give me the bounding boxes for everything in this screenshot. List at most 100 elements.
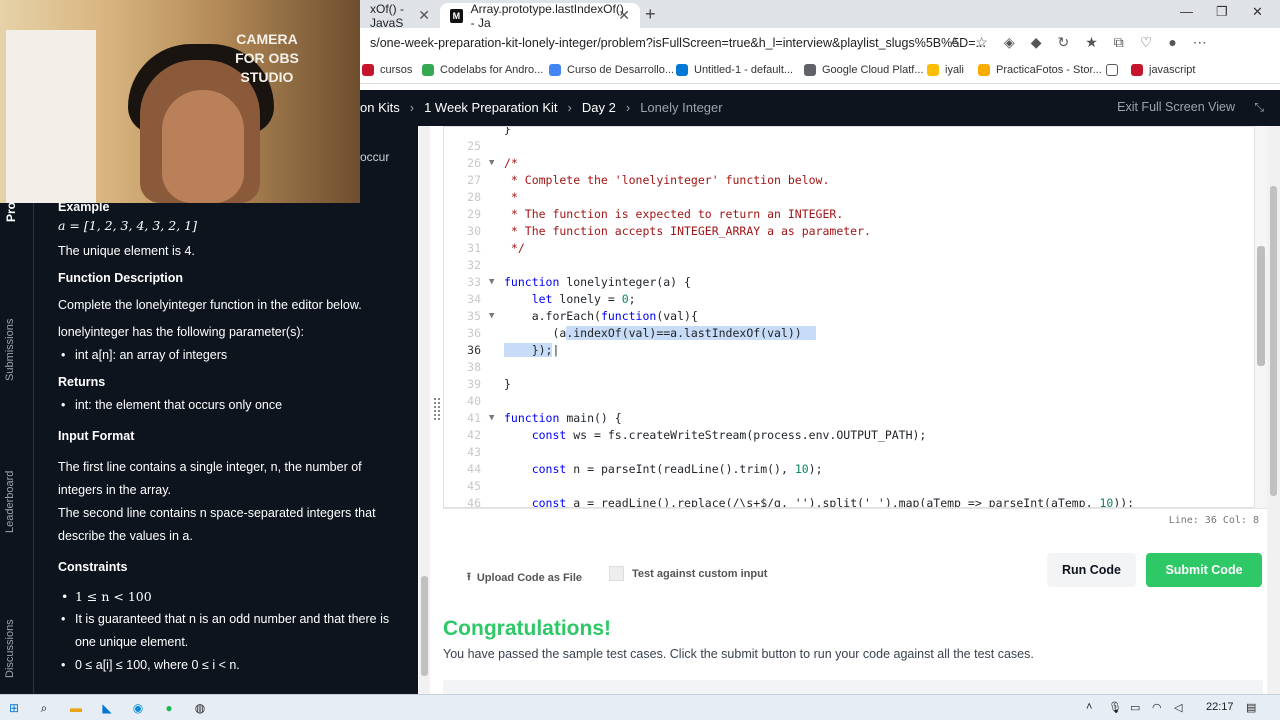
param-item: int a[n]: an array of integers (58, 344, 408, 367)
favorite-star-icon[interactable]: ☆ (975, 34, 988, 51)
upload-icon: ⭱ (467, 571, 471, 583)
volume-icon[interactable]: ◁ (1174, 701, 1182, 714)
input-format-heading: Input Format (58, 429, 135, 443)
close-window-icon[interactable]: ✕ (1252, 4, 1263, 20)
code-editor[interactable]: } 25 26 ▼/* 27 * Complete the 'lonelyinte… (443, 126, 1255, 508)
scrollbar-thumb[interactable] (1270, 186, 1277, 496)
problem-sidebar: Pro Submissions Leaderboard Discussions (0, 126, 34, 694)
fold-icon[interactable]: ▼ (489, 410, 494, 427)
bookmark-icon (362, 64, 374, 76)
cursor-position: Line: 36 Col: 8 (1168, 515, 1259, 526)
extension-icon[interactable]: ◈ (1004, 34, 1015, 51)
close-tab-icon[interactable]: ✕ (418, 7, 430, 24)
vscode-icon[interactable]: ◣ (99, 700, 115, 716)
bookmark-item[interactable]: Untitled-1 - default... (676, 64, 793, 76)
bookmark-item[interactable]: iyali (927, 64, 964, 76)
bookmark-item[interactable]: cursos (362, 64, 412, 76)
fold-icon[interactable]: ▼ (489, 274, 494, 291)
webcam-curtain (6, 30, 96, 203)
editor-scrollbar[interactable] (1255, 126, 1267, 508)
wifi-icon[interactable]: ◠ (1152, 701, 1162, 714)
scrollbar-thumb[interactable] (1257, 246, 1265, 366)
unique-text: The unique element is 4. (58, 244, 195, 258)
bookmark-icon (676, 64, 688, 76)
chevron-right-icon: › (625, 100, 631, 115)
tab-leaderboard[interactable]: Leaderboard (4, 471, 16, 533)
close-tab-icon[interactable]: ✕ (618, 7, 630, 24)
chevron-right-icon: › (567, 100, 572, 115)
chevron-up-icon[interactable]: ˄ (1086, 701, 1092, 713)
resize-handle[interactable] (434, 398, 440, 420)
edge-browser-icon[interactable]: ◉ (130, 700, 146, 716)
browser-tab-active[interactable]: M Array.prototype.lastIndexOf() - Ja ✕ (440, 1, 640, 30)
bookmark-item[interactable]: javascript (1131, 64, 1195, 76)
custom-input-label[interactable]: Test against custom input (632, 568, 767, 580)
file-explorer-icon[interactable]: ▬ (68, 700, 84, 716)
obs-studio-icon[interactable]: ◍ (192, 700, 208, 716)
bookmark-item[interactable] (1106, 64, 1124, 76)
tab-discussions[interactable]: Discussions (4, 619, 16, 678)
breadcrumb-current: Lonely Integer (640, 100, 723, 115)
tab-problem[interactable]: Pro (4, 202, 18, 222)
breadcrumb-item[interactable]: on Kits (360, 100, 400, 115)
input-line-1: The first line contains a single integer… (58, 460, 362, 497)
more-menu-icon[interactable]: ⋯ (1193, 34, 1207, 51)
bookmark-icon (927, 64, 939, 76)
fold-icon[interactable]: ▼ (489, 155, 494, 172)
problem-scrollbar[interactable] (419, 126, 430, 694)
page-scrollbar[interactable] (1267, 126, 1280, 694)
tab-submissions[interactable]: Submissions (4, 319, 16, 381)
upload-code-button[interactable]: ⭱ Upload Code as File (467, 568, 582, 587)
favorites-icon[interactable]: ★ (1085, 34, 1098, 51)
returns-item: int: the element that occurs only once (58, 394, 408, 417)
search-icon[interactable]: ⌕ (36, 700, 52, 716)
bookmark-icon (1131, 64, 1143, 76)
bookmark-item[interactable]: PracticaFotos - Stor... (978, 64, 1102, 76)
problem-statement: occur Example a = [1, 2, 3, 4, 3, 2, 1] … (34, 126, 418, 694)
clock[interactable]: 22:17 (1206, 701, 1234, 713)
new-tab-icon[interactable]: + (645, 4, 656, 25)
function-description-text: Complete the lonelyinteger function in t… (58, 298, 362, 312)
breadcrumb-item[interactable]: Day 2 (582, 100, 616, 115)
windows-start-icon[interactable]: ⊞ (6, 700, 22, 716)
exit-fullscreen-link[interactable]: Exit Full Screen View (1117, 100, 1235, 114)
bookmark-item[interactable]: Codelabs for Andro... (422, 64, 543, 76)
profile-avatar-icon[interactable]: ● (1168, 34, 1176, 51)
webcam-overlay: CAMERA FOR OBS STUDIO (0, 0, 360, 203)
custom-input-checkbox[interactable] (609, 566, 624, 581)
run-code-button[interactable]: Run Code (1047, 553, 1136, 587)
refresh-extension-icon[interactable]: ↻ (1057, 34, 1069, 51)
windows-taskbar: ⊞ ⌕ ▬ ◣ ◉ ● ◍ ˄ 🎙 ▭ ◠ ◁ 22:17 ▤ (0, 694, 1280, 720)
network-icon[interactable]: ▭ (1130, 701, 1140, 714)
browser-tab[interactable]: xOf() - JavaS ✕ (360, 2, 440, 30)
browser-essentials-icon[interactable]: ♡ (1140, 34, 1153, 51)
scrollbar-thumb[interactable] (421, 576, 428, 676)
bookmark-item[interactable]: Google Cloud Platf... (804, 64, 924, 76)
tab-title: Array.prototype.lastIndexOf() - Ja (470, 1, 624, 30)
collections-icon[interactable]: ⧉ (1114, 34, 1124, 51)
statement-fragment: occur (360, 150, 390, 164)
action-bar: ⭱ Upload Code as File Test against custo… (443, 540, 1267, 600)
bookmark-item[interactable]: Curso de Desarrollo... (549, 64, 674, 76)
result-title: Congratulations! (443, 617, 611, 640)
metamask-icon[interactable]: ◆ (1031, 34, 1042, 51)
submit-code-button[interactable]: Submit Code (1146, 553, 1262, 587)
mdn-favicon-icon: M (450, 8, 463, 23)
input-line-2: The second line contains n space-separat… (58, 506, 376, 543)
function-description-heading: Function Description (58, 271, 183, 285)
maximize-icon[interactable]: ❐ (1216, 4, 1228, 20)
collapse-icon[interactable]: ⤡ (1254, 100, 1264, 115)
read-aloud-icon[interactable]: A (950, 34, 959, 51)
microphone-icon[interactable]: 🎙 (1108, 701, 1122, 714)
notifications-icon[interactable]: ▤ (1246, 701, 1256, 714)
webcam-person-face (162, 90, 244, 203)
constraint-item: 0 ≤ a[i] ≤ 100, where 0 ≤ i < n. (58, 654, 408, 677)
breadcrumb-item[interactable]: 1 Week Preparation Kit (424, 100, 557, 115)
spotify-icon[interactable]: ● (161, 700, 177, 716)
fold-icon[interactable]: ▼ (489, 308, 494, 325)
url-field[interactable]: s/one-week-preparation-kit-lonely-intege… (370, 36, 986, 50)
minimize-icon[interactable]: — (1180, 4, 1193, 19)
constraints-heading: Constraints (58, 560, 128, 574)
result-message: You have passed the sample test cases. C… (443, 647, 1034, 661)
webcam-label: CAMERA FOR OBS STUDIO (235, 31, 299, 85)
